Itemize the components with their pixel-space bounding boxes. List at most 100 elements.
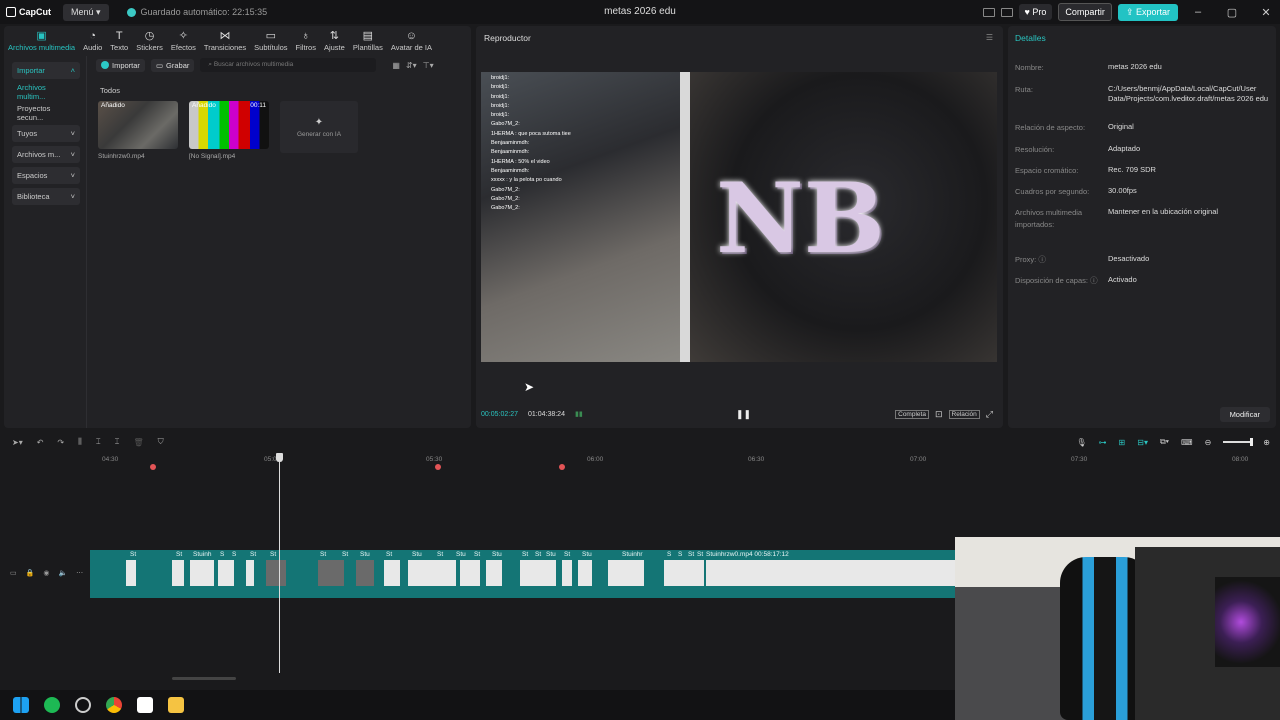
screenshot-icon[interactable]: ⊡	[935, 409, 943, 420]
zoom-in-icon[interactable]: ⊕	[1263, 438, 1270, 447]
video-track[interactable]: St St Stuinh S S St St St St Stu St Stu …	[90, 550, 956, 598]
clip-frame[interactable]	[384, 560, 400, 586]
more-icon[interactable]: ⋯	[76, 569, 83, 577]
timeline-marker[interactable]	[150, 464, 156, 470]
sidebar-item-spaces[interactable]: Espacios ˅	[12, 167, 80, 184]
minimize-icon[interactable]: –	[1184, 6, 1212, 18]
media-item[interactable]: Añadido Stuinhrzw0.mp4	[98, 101, 178, 160]
tool-transitions[interactable]: ⋈ Transiciones	[200, 26, 250, 52]
split-icon[interactable]: ⫼	[78, 437, 82, 447]
timeline-scrollbar[interactable]	[172, 677, 236, 680]
redo-icon[interactable]: ↷	[57, 438, 64, 447]
lock-icon[interactable]: 🔒	[26, 569, 35, 577]
sidebar-item-subprojects[interactable]: Proyectos secun...	[12, 104, 80, 122]
tool-stickers[interactable]: ◷ Stickers	[132, 26, 167, 52]
clip-frame[interactable]	[486, 560, 502, 586]
zoom-knob[interactable]	[1250, 438, 1254, 446]
microphone-icon[interactable]: 🎙	[1076, 438, 1086, 447]
clip-frame[interactable]	[246, 560, 254, 586]
clip-frame[interactable]	[266, 560, 286, 586]
magnet-icon[interactable]: ⊶	[1099, 438, 1107, 447]
sidebar-item-library[interactable]: Biblioteca ˅	[12, 188, 80, 205]
speaker-icon[interactable]: 🔈	[58, 569, 67, 577]
clip-frame[interactable]	[218, 560, 234, 586]
media-item[interactable]: Añadido 00:11 [No Signal].mp4	[189, 101, 269, 160]
video-preview[interactable]: NB broidj1: broidj1: broidj1: broidj1: b…	[481, 72, 997, 362]
timeline-marker[interactable]	[559, 464, 565, 470]
tool-adjust[interactable]: ⇅ Ajuste	[320, 26, 349, 52]
delete-icon[interactable]: 🗑	[133, 438, 143, 447]
clip-frame[interactable]	[460, 560, 480, 586]
tool-media[interactable]: ▣ Archivos multimedia	[4, 26, 79, 52]
clip-frame[interactable]	[608, 560, 644, 586]
info-icon[interactable]: ⓘ	[1038, 255, 1046, 264]
clip-frame[interactable]	[318, 560, 344, 586]
clip-frame[interactable]	[706, 560, 956, 586]
capcut-icon[interactable]	[137, 697, 153, 713]
tool-templates[interactable]: ▤ Plantillas	[349, 26, 387, 52]
fullscreen-icon[interactable]: ⤢	[986, 409, 993, 420]
chrome-icon[interactable]	[106, 697, 122, 713]
sidebar-item-media[interactable]: Archivos multim...	[12, 83, 80, 101]
share-button[interactable]: Compartir	[1058, 3, 1112, 21]
clip-frame[interactable]	[356, 560, 374, 586]
menu-button[interactable]: Menú ▾	[63, 3, 109, 21]
tool-ai-avatar[interactable]: ☺ Avatar de IA	[387, 26, 436, 52]
sort-icon[interactable]: ⇵▾	[406, 61, 417, 70]
tool-subtitles[interactable]: ▭ Subtítulos	[250, 26, 291, 52]
pause-icon[interactable]: ❚❚	[736, 409, 751, 420]
trim-right-icon[interactable]: ⌶	[115, 437, 120, 447]
filter-icon[interactable]: ⊤▾	[423, 61, 434, 70]
trim-left-icon[interactable]: ⌶	[96, 437, 101, 447]
preview-axis-icon[interactable]: ⊟▾	[1137, 438, 1148, 447]
chat-line: broidj1:	[491, 93, 510, 100]
link-icon[interactable]: ⊞	[1119, 438, 1126, 447]
maximize-icon[interactable]: ▢	[1218, 6, 1246, 19]
pro-button[interactable]: ♥ Pro	[1018, 4, 1053, 20]
aspect-ratio-button[interactable]: Relación	[948, 409, 980, 419]
clip-frame[interactable]	[408, 560, 456, 586]
caption-icon[interactable]: ⌨	[1181, 438, 1193, 447]
record-button[interactable]: ▭ Grabar	[150, 58, 195, 72]
shield-icon[interactable]: ⛉	[158, 437, 164, 447]
zoom-slider[interactable]	[1223, 438, 1254, 446]
timeline-marker[interactable]	[435, 464, 441, 470]
menu-icon[interactable]: ☰	[986, 33, 993, 42]
eye-icon[interactable]: ◉	[43, 569, 49, 577]
clip-frame[interactable]	[172, 560, 184, 586]
full-quality-button[interactable]: Completa	[895, 409, 929, 419]
clip-frame[interactable]	[126, 560, 136, 586]
modify-button[interactable]: Modificar	[1219, 407, 1270, 422]
layout-icon[interactable]	[982, 7, 995, 17]
info-icon[interactable]: ⓘ	[1090, 276, 1098, 285]
spotify-icon[interactable]	[44, 697, 60, 713]
folder-icon[interactable]	[168, 697, 184, 713]
undo-icon[interactable]: ↶	[37, 438, 44, 447]
clip-frame[interactable]	[578, 560, 592, 586]
tool-filters[interactable]: ♁ Filtros	[292, 26, 320, 52]
zoom-out-icon[interactable]: ⊖	[1205, 438, 1212, 447]
playhead[interactable]	[279, 455, 280, 673]
tool-audio[interactable]: ◔ Audio	[79, 26, 106, 52]
tool-text[interactable]: T Texto	[106, 26, 132, 52]
snap-icon[interactable]: ⧉▾	[1160, 437, 1169, 447]
windows-start-icon[interactable]	[13, 697, 29, 713]
grid-view-icon[interactable]: ▦	[392, 61, 400, 70]
search-input[interactable]: ⌕ Buscar archivos multimedia	[200, 58, 377, 72]
clip-frame[interactable]	[664, 560, 704, 586]
sidebar-item-import[interactable]: Importar ˄	[12, 62, 80, 79]
obs-icon[interactable]	[75, 697, 91, 713]
clip-frame[interactable]	[520, 560, 556, 586]
import-button[interactable]: Importar	[96, 58, 145, 72]
generate-ai-button[interactable]: ✦ Generar con IA	[280, 101, 358, 153]
clip-frame[interactable]	[562, 560, 572, 586]
select-tool-icon[interactable]: ➤▾	[12, 438, 23, 447]
shortcuts-icon[interactable]	[1000, 7, 1013, 17]
tool-effects[interactable]: ✧ Efectos	[167, 26, 200, 52]
sidebar-item-archive[interactable]: Archivos m... ˅	[12, 146, 80, 163]
track-cover-icon[interactable]: ▭	[10, 569, 17, 577]
close-icon[interactable]: ✕	[1252, 6, 1280, 19]
export-button[interactable]: ⇪ Exportar	[1117, 3, 1178, 21]
clip-frame[interactable]	[190, 560, 214, 586]
sidebar-item-yours[interactable]: Tuyos ˅	[12, 125, 80, 142]
